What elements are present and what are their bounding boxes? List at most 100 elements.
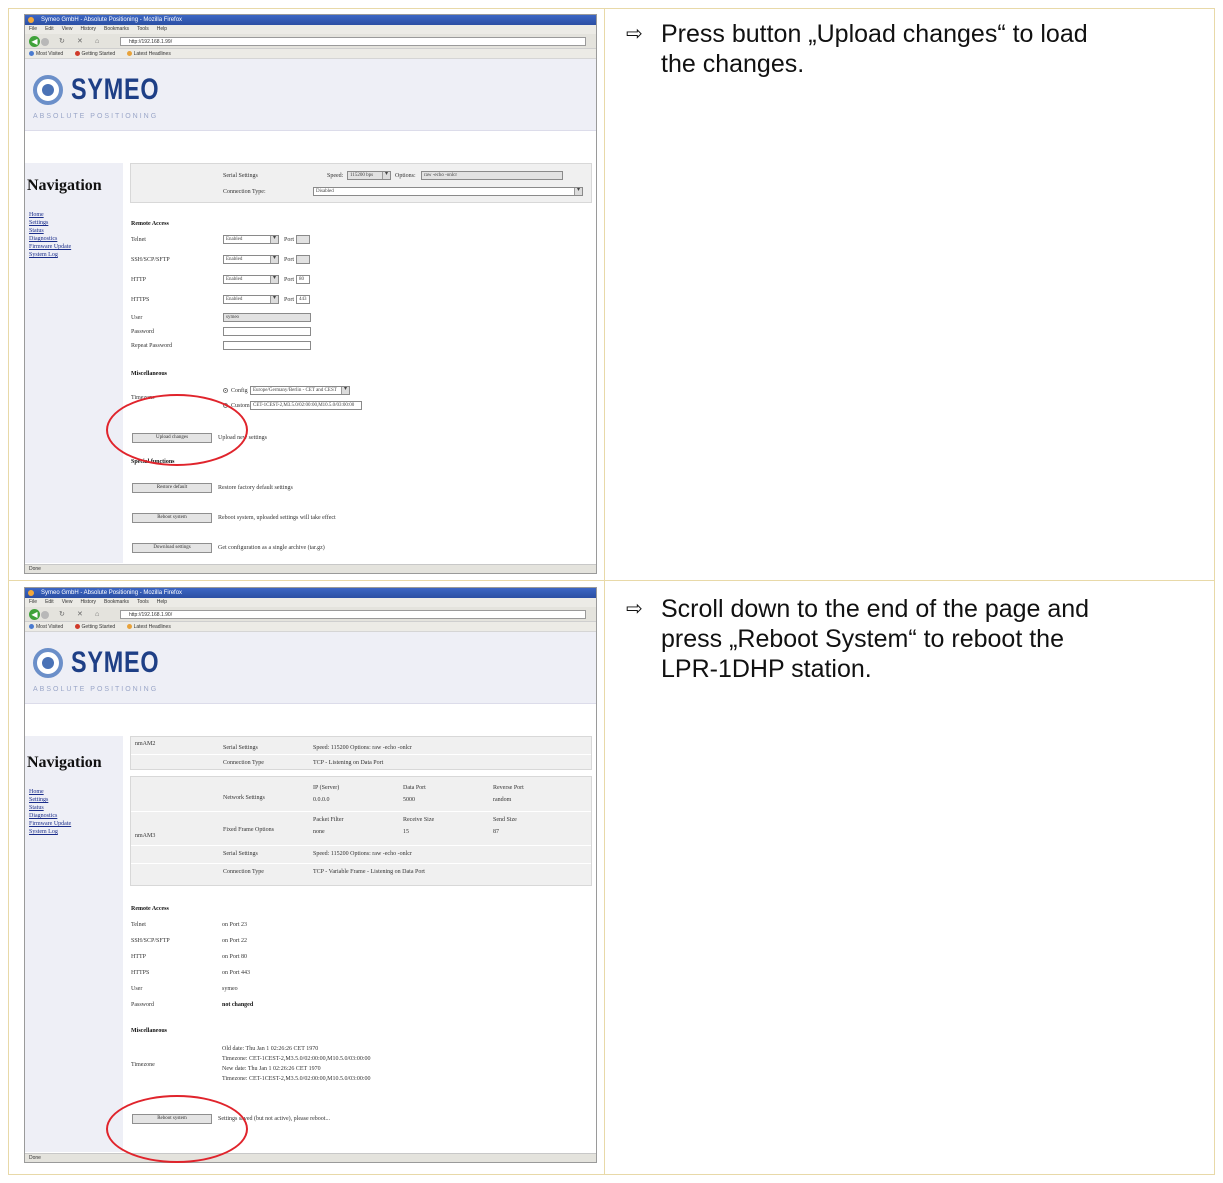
symeo-header: SYMEO ABSOLUTE POSITIONING <box>25 59 596 131</box>
symeo-logo-icon <box>33 648 63 678</box>
user-input[interactable]: symeo <box>223 313 311 322</box>
conn-value: TCP - Listening on Data Port <box>313 760 384 766</box>
send-value: 87 <box>493 829 499 835</box>
repeat-password-label: Repeat Password <box>131 343 173 349</box>
reboot-system-button[interactable]: Reboot system <box>132 513 212 523</box>
arrow-right-icon: ⇨ <box>626 598 643 620</box>
restore-desc: Restore factory default settings <box>218 485 293 491</box>
menu-view[interactable]: View <box>62 599 73 605</box>
menu-view[interactable]: View <box>62 26 73 32</box>
nav-link-home[interactable]: Home <box>29 788 71 796</box>
status-bar: Done <box>25 1153 596 1162</box>
instruction-line: LPR-1DHP station. <box>661 655 872 683</box>
nmea1-table: nmAM2 Serial Settings Speed: 115200 Opti… <box>130 736 592 770</box>
restore-default-button[interactable]: Restore default <box>132 483 212 493</box>
bookmark-most-visited[interactable]: Most Visited <box>29 51 63 57</box>
back-icon[interactable]: ◀ <box>29 609 40 620</box>
conn2-value: TCP - Variable Frame - Listening on Data… <box>313 869 425 875</box>
forward-icon[interactable] <box>41 38 49 46</box>
highlight-ellipse <box>106 1095 248 1163</box>
menu-history[interactable]: History <box>80 26 96 32</box>
port-label: Port <box>284 237 295 243</box>
bookmark-getting-started[interactable]: Getting Started <box>74 624 115 630</box>
bookmark-latest-headlines[interactable]: Latest Headlines <box>126 624 171 630</box>
recv-value: 15 <box>403 829 409 835</box>
bookmark-latest-headlines[interactable]: Latest Headlines <box>126 51 171 57</box>
url-bar[interactable]: http://192.168.1.90/ <box>120 610 586 619</box>
bookmarks-bar: Most Visited Getting Started Latest Head… <box>25 622 596 632</box>
nav-link-status[interactable]: Status <box>29 227 71 235</box>
download-desc: Get configuration as a single archive (t… <box>218 545 325 551</box>
nav-link-status[interactable]: Status <box>29 804 71 812</box>
nav-link-home[interactable]: Home <box>29 211 71 219</box>
http-select[interactable]: Enabled <box>223 275 279 284</box>
menu-tools[interactable]: Tools <box>137 599 149 605</box>
bookmark-getting-started[interactable]: Getting Started <box>74 51 115 57</box>
menu-help[interactable]: Help <box>157 599 167 605</box>
stop-icon[interactable]: ✕ <box>77 610 83 618</box>
http-port-input[interactable]: 80 <box>296 275 310 284</box>
ssh-port-input[interactable] <box>296 255 310 264</box>
https-value: on Port 443 <box>222 970 251 976</box>
reload-icon[interactable]: ↻ <box>59 610 65 618</box>
menu-file[interactable]: File <box>29 599 37 605</box>
ssh-label: SSH/SCP/SFTP <box>131 257 170 263</box>
menu-edit[interactable]: Edit <box>45 26 54 32</box>
logo-text: SYMEO <box>71 646 160 679</box>
remote-access-title: Remote Access <box>131 906 169 912</box>
home-icon[interactable]: ⌂ <box>95 37 99 45</box>
tagline: ABSOLUTE POSITIONING <box>33 113 159 120</box>
nav-link-settings[interactable]: Settings <box>29 796 71 804</box>
arrow-right-icon: ⇨ <box>626 23 643 45</box>
forward-icon[interactable] <box>41 611 49 619</box>
logo-text: SYMEO <box>71 73 160 106</box>
speed-select[interactable]: 115200 bps <box>347 171 391 180</box>
nav-link-diagnostics[interactable]: Diagnostics <box>29 812 71 820</box>
nav-link-settings[interactable]: Settings <box>29 219 71 227</box>
bookmark-most-visited[interactable]: Most Visited <box>29 624 63 630</box>
password-input[interactable] <box>223 327 311 336</box>
rport-head: Reverse Port <box>493 785 524 791</box>
menu-history[interactable]: History <box>80 599 96 605</box>
https-select[interactable]: Enabled <box>223 295 279 304</box>
menu-edit[interactable]: Edit <box>45 599 54 605</box>
repeat-password-input[interactable] <box>223 341 311 350</box>
telnet-port-input[interactable] <box>296 235 310 244</box>
https-port-input[interactable]: 443 <box>296 295 310 304</box>
url-bar[interactable]: http://192.168.1.99/ <box>120 37 586 46</box>
nav-link-firmware[interactable]: Firmware Update <box>29 243 71 251</box>
nav-link-firmware[interactable]: Firmware Update <box>29 820 71 828</box>
status-page: nmAM2 Serial Settings Speed: 115200 Opti… <box>130 736 592 1152</box>
nav-link-syslog[interactable]: System Log <box>29 251 71 259</box>
menu-help[interactable]: Help <box>157 26 167 32</box>
menu-bookmarks[interactable]: Bookmarks <box>104 599 129 605</box>
home-icon[interactable]: ⌂ <box>95 610 99 618</box>
port-label: Port <box>284 277 295 283</box>
instruction-line: the changes. <box>661 50 805 78</box>
table-row-1: ⇨ Press button „Upload changes“ to load … <box>9 9 1214 581</box>
menu-bar: File Edit View History Bookmarks Tools Help <box>25 598 596 607</box>
menu-file[interactable]: File <box>29 26 37 32</box>
http-value: on Port 80 <box>222 954 248 960</box>
tagline: ABSOLUTE POSITIONING <box>33 686 159 693</box>
nav-link-diagnostics[interactable]: Diagnostics <box>29 235 71 243</box>
back-icon[interactable]: ◀ <box>29 36 40 47</box>
options-input[interactable]: raw -echo -onlcr <box>421 171 563 180</box>
config-radio[interactable] <box>223 388 228 393</box>
connection-type-select[interactable]: Disabled <box>313 187 583 196</box>
nav-link-syslog[interactable]: System Log <box>29 828 71 836</box>
reload-icon[interactable]: ↻ <box>59 37 65 45</box>
custom-tz-input[interactable]: CET-1CEST-2,M3.5.0/02:00:00,M10.5.0/03:0… <box>250 401 362 410</box>
menu-tools[interactable]: Tools <box>137 26 149 32</box>
ssh-select[interactable]: Enabled <box>223 255 279 264</box>
download-settings-button[interactable]: Download settings <box>132 543 212 553</box>
ip-value: 0.0.0.0 <box>313 797 330 803</box>
nav-links: Home Settings Status Diagnostics Firmwar… <box>29 788 71 836</box>
stop-icon[interactable]: ✕ <box>77 37 83 45</box>
timezone-select[interactable]: Europe/Germany/Berlin - CET and CEST <box>250 386 350 395</box>
telnet-select[interactable]: Enabled <box>223 235 279 244</box>
serial2-value: Speed: 115200 Options: raw -echo -onlcr <box>313 851 412 857</box>
menu-bookmarks[interactable]: Bookmarks <box>104 26 129 32</box>
instruction-upload: ⇨ Press button „Upload changes“ to load … <box>626 19 1196 79</box>
dport-head: Data Port <box>403 785 426 791</box>
